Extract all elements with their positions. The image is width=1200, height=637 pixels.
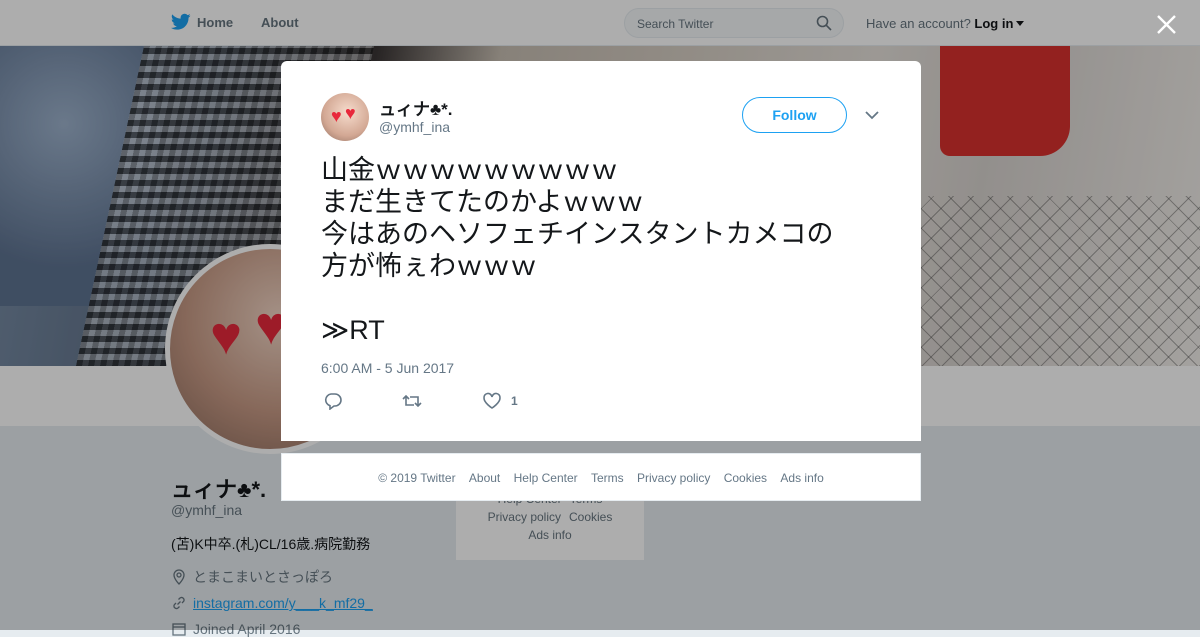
footer-terms[interactable]: Terms	[591, 471, 624, 485]
heart-sticker-icon: ♥	[345, 103, 356, 123]
footer-copyright: © 2019 Twitter	[378, 471, 456, 485]
tweet-text: 山金ｗｗｗｗｗｗｗｗｗ まだ生きてたのかよｗｗｗ 今はあのヘソフェチインスタント…	[321, 155, 834, 345]
retweet-icon[interactable]	[402, 392, 422, 410]
tweet-modal: ♥ ♥ ュィナ♣*. @ymhf_ina Follow 山金ｗｗｗｗｗｗｗｗｗ …	[281, 61, 921, 441]
chevron-down-icon[interactable]	[865, 110, 879, 120]
tweet-author-handle[interactable]: @ymhf_ina	[379, 119, 450, 135]
footer-ads-info[interactable]: Ads info	[780, 471, 823, 485]
tweet-author-avatar[interactable]: ♥ ♥	[321, 93, 369, 141]
heart-sticker-icon: ♥	[331, 106, 342, 126]
footer-cookies[interactable]: Cookies	[724, 471, 767, 485]
footer-privacy[interactable]: Privacy policy	[637, 471, 710, 485]
tweet-author-name[interactable]: ュィナ♣*.	[379, 95, 453, 120]
footer-about[interactable]: About	[469, 471, 500, 485]
close-icon[interactable]	[1156, 14, 1177, 35]
footer-help-center[interactable]: Help Center	[514, 471, 578, 485]
modal-footer: © 2019 Twitter About Help Center Terms P…	[281, 453, 921, 501]
like-count: 1	[511, 394, 518, 408]
follow-button[interactable]: Follow	[742, 97, 847, 133]
tweet-timestamp[interactable]: 6:00 AM - 5 Jun 2017	[321, 360, 454, 376]
heart-icon[interactable]	[482, 392, 502, 410]
reply-icon[interactable]	[323, 392, 343, 410]
